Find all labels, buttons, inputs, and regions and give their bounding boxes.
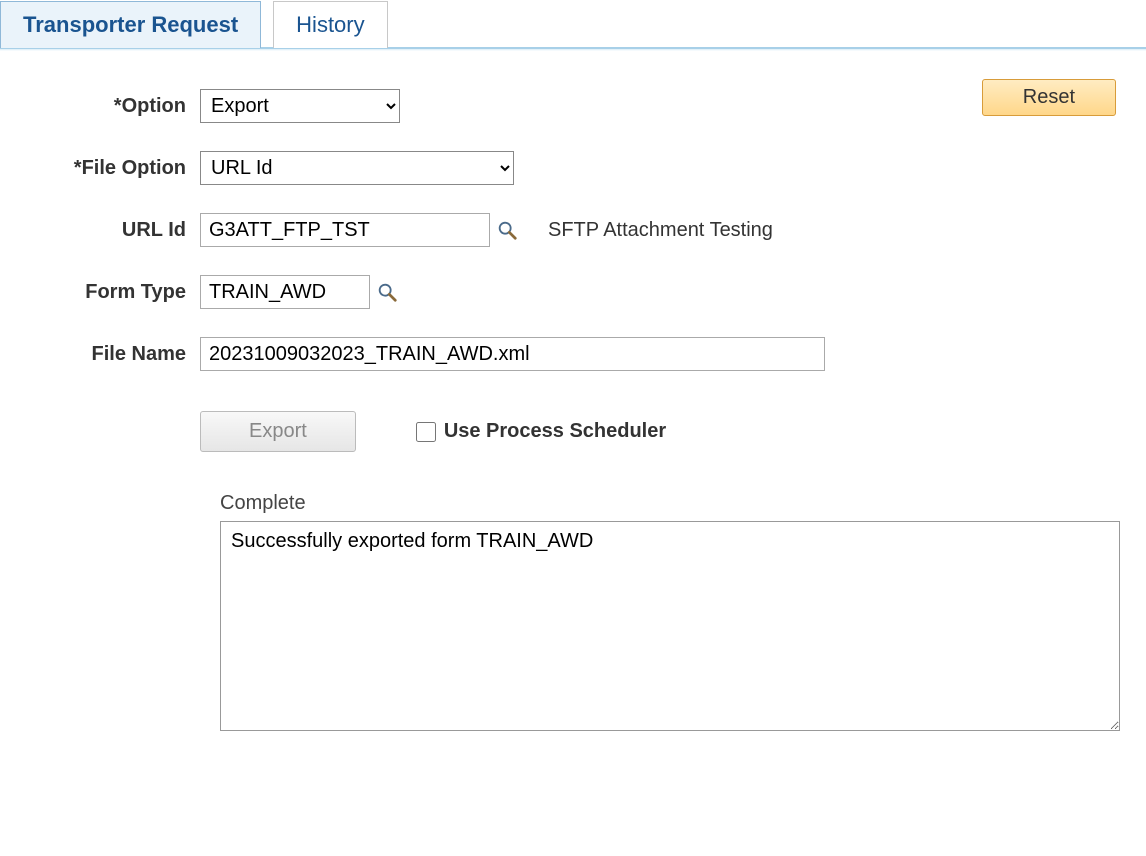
file-name-input[interactable]	[200, 337, 825, 371]
status-message-box[interactable]	[220, 521, 1120, 731]
form-content: Reset *Option Export *File Option URL Id…	[0, 79, 1146, 766]
url-id-description: SFTP Attachment Testing	[548, 219, 773, 242]
action-row: Export Use Process Scheduler	[30, 411, 1116, 452]
status-label: Complete	[220, 492, 1116, 515]
magnifier-icon	[376, 281, 398, 303]
status-section: Complete	[30, 492, 1116, 736]
form-type-lookup-icon[interactable]	[376, 281, 398, 303]
url-id-lookup-icon[interactable]	[496, 219, 518, 241]
magnifier-icon	[496, 219, 518, 241]
label-file-option: *File Option	[30, 157, 200, 180]
reset-button[interactable]: Reset	[982, 79, 1116, 116]
use-process-scheduler-label[interactable]: Use Process Scheduler	[444, 420, 666, 443]
tab-bar: Transporter Request History	[0, 0, 1146, 49]
label-option: *Option	[30, 95, 200, 118]
export-button[interactable]: Export	[200, 411, 356, 452]
tab-transporter-request[interactable]: Transporter Request	[0, 1, 261, 48]
row-form-type: Form Type	[30, 275, 1116, 309]
file-option-select[interactable]: URL Id	[200, 151, 514, 185]
row-file-name: File Name	[30, 337, 1116, 371]
label-file-name: File Name	[30, 343, 200, 366]
form-type-input[interactable]	[200, 275, 370, 309]
row-option: *Option Export	[30, 89, 1116, 123]
row-url-id: URL Id SFTP Attachment Testing	[30, 213, 1116, 247]
use-process-scheduler-checkbox[interactable]	[416, 422, 436, 442]
label-form-type: Form Type	[30, 281, 200, 304]
tab-history[interactable]: History	[273, 1, 387, 48]
url-id-input[interactable]	[200, 213, 490, 247]
use-process-scheduler-wrap: Use Process Scheduler	[416, 420, 666, 443]
label-url-id: URL Id	[30, 219, 200, 242]
option-select[interactable]: Export	[200, 89, 400, 123]
row-file-option: *File Option URL Id	[30, 151, 1116, 185]
